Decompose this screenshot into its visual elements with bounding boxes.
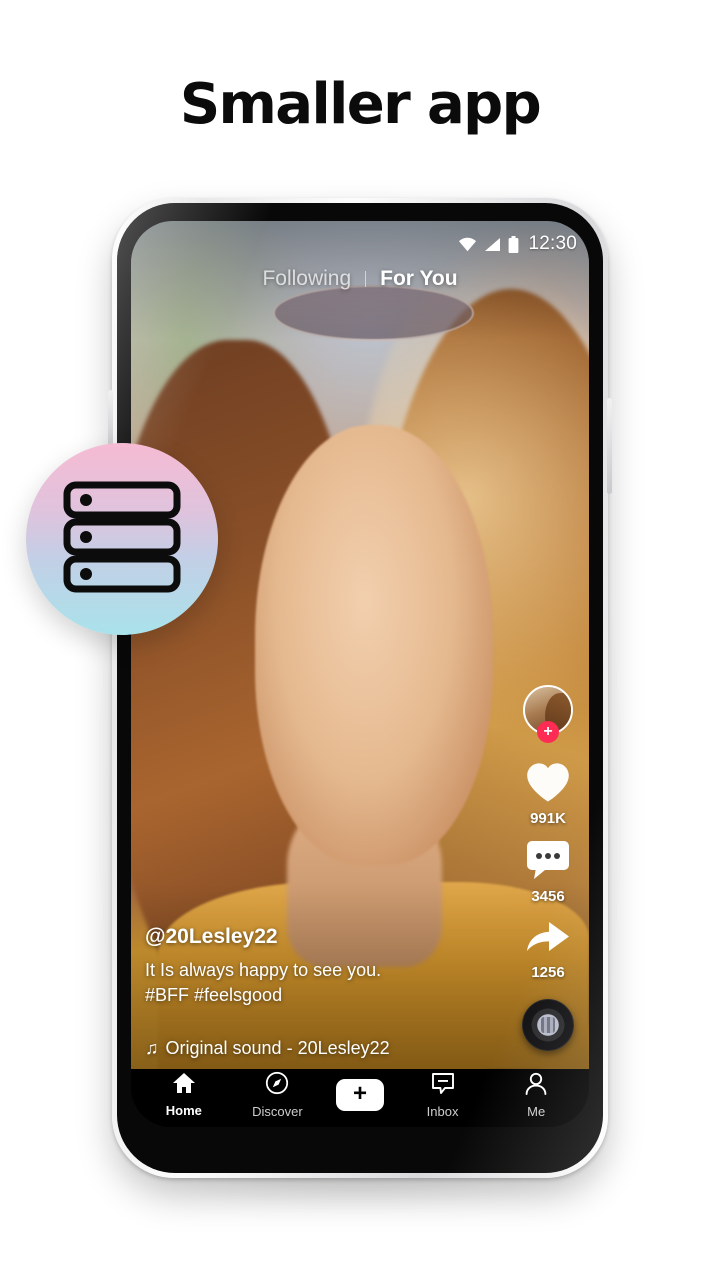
bottom-navigation: Home Discover + Inbox Me <box>131 1069 589 1127</box>
nav-label-home: Home <box>165 1103 202 1118</box>
comment-count: 3456 <box>531 888 565 905</box>
battery-icon <box>508 235 519 253</box>
like-count: 991K <box>530 810 566 827</box>
page-title: Smaller app <box>179 72 542 137</box>
plus-create-icon: + <box>352 1080 367 1107</box>
phone-bezel: 12:30 Following For You + 991K 3456 1256… <box>117 203 603 1173</box>
caption-line-1: It Is always happy to see you. <box>145 960 382 980</box>
share-arrow-icon <box>525 917 571 962</box>
nav-item-inbox[interactable]: Inbox <box>408 1072 478 1119</box>
phone-screen: 12:30 Following For You + 991K 3456 1256… <box>131 221 589 1127</box>
feature-badge <box>26 443 218 635</box>
compass-icon <box>265 1071 289 1100</box>
share-count: 1256 <box>531 964 565 981</box>
nav-label-me: Me <box>527 1103 546 1119</box>
creator-avatar-button[interactable]: + <box>523 685 573 743</box>
signal-icon <box>484 237 501 252</box>
nav-item-me[interactable]: Me <box>501 1072 571 1119</box>
action-rail: + 991K 3456 1256 <box>517 685 579 1051</box>
like-button[interactable]: 991K <box>525 761 571 827</box>
caption-line-2[interactable]: #BFF #feelsgood <box>145 983 475 1008</box>
nav-item-discover[interactable]: Discover <box>242 1071 312 1119</box>
comment-icon <box>526 839 570 886</box>
tab-separator <box>365 271 367 287</box>
create-video-button[interactable]: + <box>330 1079 389 1111</box>
creator-username[interactable]: @20Lesley22 <box>145 925 475 949</box>
nav-label-inbox: Inbox <box>426 1103 459 1119</box>
vinyl-record-icon[interactable] <box>522 999 574 1051</box>
status-bar: 12:30 <box>131 231 589 257</box>
nav-item-home[interactable]: Home <box>149 1072 219 1118</box>
tab-for-you[interactable]: For You <box>380 267 457 291</box>
inbox-message-icon <box>431 1072 455 1100</box>
heart-icon <box>525 761 571 808</box>
comment-button[interactable]: 3456 <box>526 839 570 905</box>
follow-plus-badge[interactable]: + <box>537 721 559 743</box>
phone-device: 12:30 Following For You + 991K 3456 1256… <box>108 198 612 1178</box>
wifi-icon <box>458 237 477 252</box>
sound-row[interactable]: ♫ Original sound - 20Lesley22 <box>145 1038 475 1059</box>
video-caption: @20Lesley22 It Is always happy to see yo… <box>145 925 475 1059</box>
share-button[interactable]: 1256 <box>525 917 571 981</box>
sound-title: Original sound - 20Lesley22 <box>165 1038 390 1058</box>
tab-following[interactable]: Following <box>262 267 351 291</box>
server-storage-icon <box>62 481 182 598</box>
power-button[interactable] <box>607 398 612 494</box>
music-note-icon: ♫ <box>145 1038 159 1058</box>
promo-screenshot: Smaller app 12:30 Following For You + 99… <box>0 0 720 1280</box>
feed-tabs: Following For You <box>131 267 589 291</box>
home-icon <box>172 1072 196 1099</box>
status-bar-clock: 12:30 <box>528 233 577 254</box>
nav-label-discover: Discover <box>252 1104 303 1119</box>
person-icon <box>524 1072 548 1100</box>
